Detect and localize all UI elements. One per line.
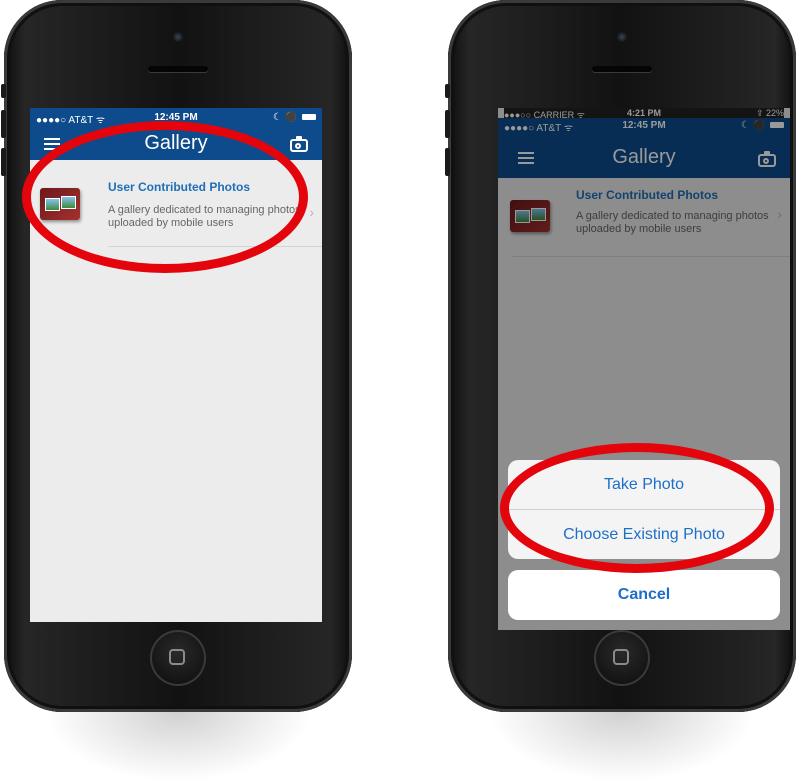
status-indicators: ☾ ⚫ [273,112,316,123]
volume-up-button [1,110,6,138]
status-right-glyphs: ☾ ⚫ [273,112,298,123]
front-camera [617,32,627,42]
highlight-ring-gallery [22,121,308,273]
home-button [150,630,206,686]
cancel-button[interactable]: Cancel [508,570,780,620]
highlight-ring-action-sheet [500,443,774,573]
earpiece-speaker [592,66,652,72]
volume-up-button [445,110,450,138]
volume-down-button [1,148,6,176]
front-camera [173,32,183,42]
camera-icon[interactable] [290,136,308,152]
home-button [594,630,650,686]
mute-switch [1,84,6,98]
battery-icon [302,114,316,121]
earpiece-speaker [148,66,208,72]
mute-switch [445,84,450,98]
chevron-right-icon: › [309,204,314,220]
volume-down-button [445,148,450,176]
right-phone-frame: ●●●○○ CARRIER ᯤ 4:21 PM ⇪ 22% ●●●●○ AT&T… [445,0,796,782]
left-phone-frame: ●●●●○ AT&T ᯤ 12:45 PM ☾ ⚫ Gallery User C… [1,0,352,782]
